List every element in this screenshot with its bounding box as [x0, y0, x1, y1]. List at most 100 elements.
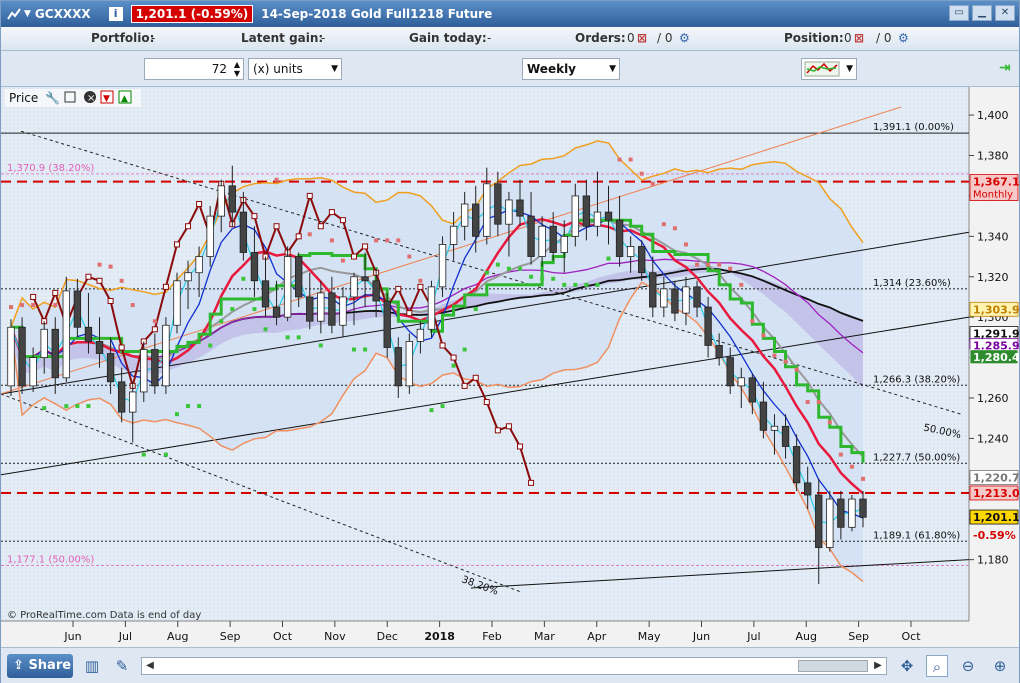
fibonacci-level-label: 1,189.1 (61.80%) — [873, 530, 960, 541]
candle-body — [162, 324, 170, 387]
cancel-orders-icon[interactable]: ⊠ — [637, 31, 647, 45]
lagging-span-marker — [528, 479, 535, 486]
close-position-icon[interactable]: ⊠ — [854, 31, 864, 45]
symbol-label[interactable]: GCXXXX — [35, 7, 91, 21]
candle-body — [826, 498, 834, 548]
parabolic-sar-dot — [827, 420, 832, 425]
price-chart[interactable]: 1,391.1 (0.00%) 1,314 (23.60%) 1,266.3 (38… — [1, 87, 1019, 647]
parabolic-sar-dot — [706, 262, 711, 267]
info-icon[interactable]: i — [108, 7, 123, 21]
candle-body — [560, 235, 568, 253]
parabolic-sar-dot — [86, 404, 91, 409]
close-icon[interactable]: ✕ — [995, 5, 1015, 21]
parabolic-sar-dot — [639, 171, 644, 176]
chevron-down-icon: ▼ — [331, 64, 338, 74]
candle-body — [549, 225, 557, 253]
x-tick-label: Nov — [324, 630, 346, 643]
parabolic-sar-dot — [396, 238, 401, 243]
candle-body — [184, 272, 192, 282]
candle-body — [405, 341, 414, 387]
y-tick-label: 1,340 — [977, 230, 1009, 243]
x-tick-label: Mar — [534, 630, 555, 643]
svg-text:▼: ▼ — [103, 94, 110, 104]
scroll-to-end-icon[interactable]: ⇥ — [999, 60, 1011, 76]
y-tick-label: 1,320 — [977, 271, 1009, 284]
units-type-select[interactable]: (x) units ▼ — [248, 58, 342, 80]
parabolic-sar-dot — [208, 343, 213, 348]
parabolic-sar-dot — [540, 276, 545, 281]
period-select[interactable]: Weekly ▼ — [522, 58, 620, 80]
indicator-icon[interactable]: ▥ — [81, 655, 103, 677]
scroll-left-icon[interactable]: ◀ — [142, 658, 158, 674]
lagging-span-marker — [461, 382, 468, 389]
parabolic-sar-dot — [495, 262, 500, 267]
gain-today-value: - — [487, 31, 492, 45]
parabolic-sar-dot — [772, 353, 777, 358]
candle-body — [848, 498, 856, 528]
parabolic-sar-dot — [584, 282, 589, 287]
parabolic-sar-dot — [42, 406, 47, 411]
lagging-span-marker — [273, 223, 280, 230]
fibonacci-level-label: 1,314 (23.60%) — [873, 278, 951, 289]
orders-value: 0 — [627, 31, 635, 45]
time-scrollbar[interactable]: ◀ ▶ — [141, 657, 887, 675]
parabolic-sar-dot — [617, 157, 622, 162]
lagging-span-marker — [406, 310, 413, 317]
parabolic-sar-dot — [595, 282, 600, 287]
position-value: 0 — [844, 31, 852, 45]
chart-style-button[interactable]: ▼ — [801, 58, 857, 80]
candle-body — [781, 425, 790, 447]
cursor-settings-icon[interactable]: ✥ — [896, 655, 918, 677]
parabolic-sar-dot — [285, 335, 290, 340]
dropdown-arrow-icon[interactable]: ▼ — [24, 9, 31, 19]
candle-body — [803, 482, 812, 496]
candle-body — [715, 345, 723, 358]
candle-body — [195, 256, 203, 274]
drawing-tools-icon[interactable]: ✎ — [111, 655, 133, 677]
instrument-title: 14-Sep-2018 Gold Full1218 Future — [261, 7, 493, 21]
parabolic-sar-dot — [197, 404, 202, 409]
chart-menu-icon[interactable] — [7, 7, 21, 21]
lagging-span-marker — [317, 223, 324, 230]
scroll-thumb[interactable] — [798, 660, 868, 672]
candle-body — [250, 252, 259, 282]
stepper-arrows-icon[interactable]: ▲ ▼ — [234, 60, 240, 78]
candle-body — [571, 195, 579, 237]
candle-body — [516, 199, 524, 217]
candle-body — [748, 377, 757, 403]
detach-window-icon[interactable]: ▭ — [949, 5, 969, 21]
price-tag-label: 1,220.7 — [973, 471, 1019, 484]
lagging-span-marker — [295, 233, 302, 240]
lagging-span-marker — [417, 283, 424, 290]
lagging-span-marker — [439, 342, 446, 349]
orders-settings-icon[interactable]: ⚙ — [679, 31, 690, 45]
candle-body — [62, 290, 71, 379]
candle-body — [239, 211, 248, 253]
parabolic-sar-dot — [451, 363, 456, 368]
zoom-select-icon[interactable]: ⌕ — [926, 655, 948, 677]
candle-body — [73, 290, 82, 328]
candle-body — [283, 256, 292, 318]
parabolic-sar-dot — [717, 262, 722, 267]
share-button[interactable]: ⇪ Share — [7, 654, 73, 678]
zoom-in-icon[interactable]: ⊕ — [989, 655, 1011, 677]
candle-body — [350, 276, 358, 298]
candle-body — [18, 326, 26, 387]
units-stepper[interactable]: 72 ▲ ▼ — [144, 58, 244, 80]
lagging-span-marker — [351, 253, 358, 260]
y-tick-label: 1,260 — [977, 392, 1009, 405]
period-label: Weekly — [527, 62, 577, 76]
parabolic-sar-dot — [385, 238, 390, 243]
wrench-icon[interactable]: 🔧 — [45, 90, 60, 105]
candle-body — [95, 341, 104, 354]
position-settings-icon[interactable]: ⚙ — [898, 31, 909, 45]
units-type-label: (x) units — [253, 62, 303, 76]
scroll-right-icon[interactable]: ▶ — [870, 658, 886, 674]
zoom-out-icon[interactable]: ⊖ — [957, 655, 979, 677]
minimize-icon[interactable]: ▁ — [972, 5, 992, 21]
price-tag-label: 1,280.4 — [973, 351, 1019, 364]
candle-body — [372, 280, 380, 302]
lagging-span-marker — [85, 273, 92, 280]
units-value: 72 — [211, 62, 227, 76]
x-tick-label: Sep — [220, 630, 241, 643]
